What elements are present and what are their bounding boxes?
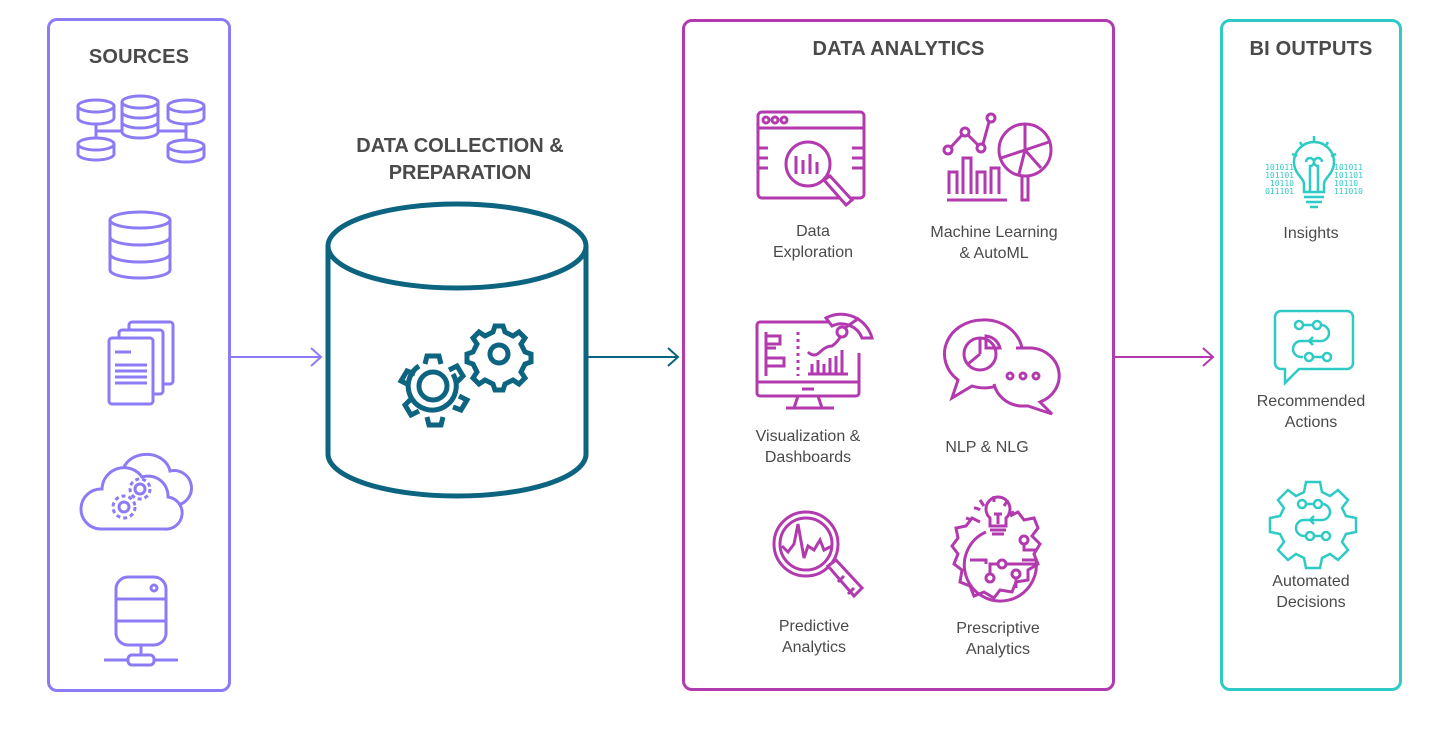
lightbulb-icon	[1291, 136, 1337, 209]
arrow-collection-to-analytics	[588, 347, 680, 367]
documents-icon	[107, 320, 175, 406]
binary-right: 101011 101101 10110 111010	[1334, 163, 1363, 196]
cloud-gears-icon	[79, 452, 193, 531]
analytics-item-label-nlp: NLP & NLG	[945, 439, 1029, 456]
sources-title: SOURCES	[88, 46, 190, 68]
collection-title-line2: PREPARATION	[388, 162, 532, 184]
arrow-sources-to-collection	[231, 347, 323, 367]
lightbulb-binary-icon: 101011 101101 10110 011101 101011 101101…	[1252, 134, 1376, 214]
analytics-item-label-data-exploration: Data Exploration	[772, 223, 854, 261]
server-network-icon	[104, 575, 178, 667]
chat-bubbles-icon	[943, 318, 1061, 416]
arrow-analytics-to-outputs	[1115, 347, 1215, 367]
analytics-item-label-visualization: Visualization & Dashboards	[755, 428, 861, 466]
database-icon	[108, 210, 172, 280]
analytics-title: DATA ANALYTICS	[812, 38, 985, 60]
chat-flow-icon	[1273, 309, 1355, 387]
analytics-item-label-machine-learning: Machine Learning & AutoML	[930, 224, 1058, 262]
chart-magnifier-pie-icon	[942, 112, 1053, 202]
database-gears-icon	[325, 201, 589, 499]
gear-lightbulb-circuit-icon	[950, 495, 1042, 603]
outputs-title: BI OUTPUTS	[1249, 38, 1373, 60]
gear-flow-icon	[1268, 480, 1358, 570]
analytics-item-label-prescriptive: Prescriptive Analytics	[956, 620, 1040, 658]
outputs-item-label-automated: Automated Decisions	[1272, 573, 1350, 611]
collection-title-line1: DATA COLLECTION &	[356, 135, 564, 157]
connected-databases-icon	[76, 94, 206, 164]
analytics-item-label-predictive: Predictive Analytics	[778, 618, 850, 656]
browser-magnifier-chart-icon	[756, 110, 866, 208]
outputs-item-label-recommended: Recommended Actions	[1256, 393, 1366, 431]
magnifier-waveform-icon	[772, 510, 865, 599]
collection-title: DATA COLLECTION & PREPARATION	[322, 133, 598, 187]
outputs-item-label-insights: Insights	[1283, 225, 1339, 242]
monitor-dashboard-icon	[755, 312, 874, 410]
